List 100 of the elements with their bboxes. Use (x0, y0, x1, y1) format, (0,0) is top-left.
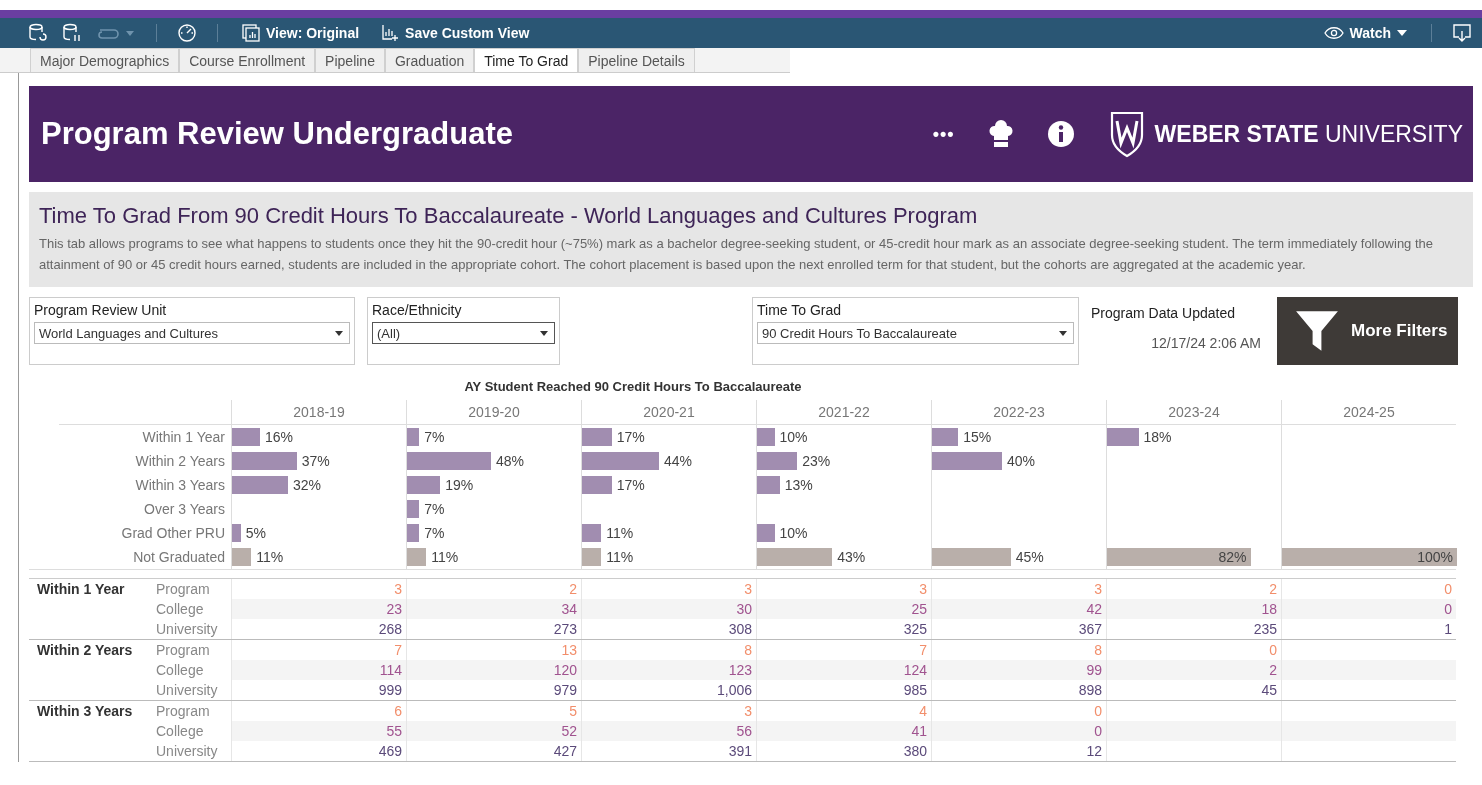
percent-value: 17% (616, 429, 645, 445)
caret-icon (1059, 330, 1067, 336)
table-cell: 985 (756, 680, 931, 700)
table-cell: 55 (231, 721, 406, 741)
shield-logo-icon (1108, 110, 1145, 158)
table-cell: 235 (1106, 619, 1281, 639)
table-cell: 23 (231, 599, 406, 619)
university-name: WEBER STATE UNIVERSITY (1154, 120, 1463, 148)
table-cell: 380 (756, 741, 931, 761)
chef-hat-icon[interactable] (988, 120, 1013, 148)
caret-icon (540, 330, 548, 336)
table-cell: 391 (581, 741, 756, 761)
table-cell: 427 (406, 741, 581, 761)
dashboard-tab[interactable]: Time To Grad (474, 48, 579, 72)
percent-value: 16% (265, 429, 294, 445)
table-cell: 45 (1106, 680, 1281, 700)
pause-updates-icon[interactable] (62, 23, 82, 43)
table-cell: 367 (931, 619, 1106, 639)
dashboard-tab[interactable]: Major Demographics (30, 48, 180, 72)
description-text: This tab allows programs to see what happens to students once they hit the 90-credit hour (~75%) mark as a bachelor degree-seeking student, or 45-credit hour mark as an associate degree-seeking student. The term immediately following the attainment of 90 or 45 credit hours earned, students are included in the appropriate cohort. The cohort placement is based upon the next enrolled term for that student, but the cohorts are aggregated at the academic year. (39, 235, 1435, 274)
row-label: College (156, 601, 205, 617)
table-cell: 469 (231, 741, 406, 761)
data-refresh-icon[interactable] (28, 23, 48, 43)
percent-value: 43% (837, 549, 866, 565)
group-label: Within 3 Years (36, 702, 134, 719)
filter-dropdown[interactable]: (All) (372, 322, 555, 344)
year-header: 2018-19 (231, 400, 406, 424)
percent-value: 7% (424, 525, 445, 541)
table-cell: 12 (931, 741, 1106, 761)
table-cell: 30 (581, 599, 756, 619)
table-cell: 273 (406, 619, 581, 639)
filter-label: Program Review Unit (34, 302, 168, 318)
row-label: Not Graduated (132, 548, 226, 567)
more-filters-button[interactable]: More Filters (1277, 297, 1458, 365)
dashboard-tab[interactable]: Pipeline Details (578, 48, 695, 72)
view-original-button[interactable]: View: Original (238, 22, 364, 44)
percent-value: 15% (963, 429, 992, 445)
group-label: Within 1 Year (36, 580, 126, 597)
percent-value: 48% (496, 453, 525, 469)
table-cell: 25 (756, 599, 931, 619)
more-options-button[interactable]: ••• (932, 123, 955, 145)
table-cell: 99 (931, 660, 1106, 680)
percent-value: 18% (1143, 429, 1172, 445)
group-label: Within 2 Years (36, 641, 134, 658)
filter-dropdown[interactable]: World Languages and Cultures (34, 322, 350, 344)
percent-value: 32% (293, 477, 322, 493)
save-custom-view-button[interactable]: Save Custom View (377, 22, 534, 44)
table-cell: 124 (756, 660, 931, 680)
percent-value: 11% (606, 525, 634, 541)
table-cell: 979 (406, 680, 581, 700)
chart-view-icon (242, 24, 260, 42)
dashboard-tab[interactable]: Course Enrollment (179, 48, 316, 72)
table-cell: 1,006 (581, 680, 756, 700)
percent-value: 40% (1007, 453, 1036, 469)
percent-value: 11% (606, 549, 634, 565)
table-cell: 999 (231, 680, 406, 700)
table-cell: 42 (931, 599, 1106, 619)
caret-icon (335, 330, 343, 336)
table-cell: 325 (756, 619, 931, 639)
percent-value: 17% (616, 477, 645, 493)
row-label: Over 3 Years (143, 500, 226, 519)
percent-value: 19% (445, 477, 474, 493)
info-icon[interactable] (1046, 120, 1075, 148)
year-header: 2022-23 (931, 400, 1106, 424)
table-cell: 41 (756, 721, 931, 741)
percent-value: 7% (424, 429, 445, 445)
row-label: University (156, 621, 219, 637)
table-cell: 123 (581, 660, 756, 680)
table-cell: 52 (406, 721, 581, 741)
table-cell: 18 (1106, 599, 1281, 619)
chart-title: AY Student Reached 90 Credit Hours To Baccalaureate (463, 379, 803, 394)
table-cell: 56 (581, 721, 756, 741)
percent-value: 44% (664, 453, 693, 469)
caret-icon (1397, 30, 1407, 36)
row-label: Within 2 Years (134, 452, 226, 471)
timer-icon[interactable] (177, 23, 197, 43)
row-label: Within 3 Years (134, 476, 226, 495)
year-header: 2021-22 (756, 400, 931, 424)
watch-button[interactable]: Watch (1319, 23, 1411, 43)
funnel-icon (1295, 309, 1339, 353)
row-label: College (156, 662, 205, 678)
percent-value: 13% (784, 477, 813, 493)
eye-icon (1323, 26, 1344, 40)
table-cell: 0 (1281, 599, 1456, 619)
dashboard-tab[interactable]: Pipeline (315, 48, 385, 72)
table-cell: 120 (406, 660, 581, 680)
row-label: Grad Other PRU (120, 524, 226, 543)
percent-bar: 82% (1107, 548, 1251, 566)
download-icon[interactable] (1452, 23, 1472, 43)
percent-value: 45% (1015, 549, 1044, 565)
percent-value: 5% (245, 525, 266, 541)
dashboard-tab[interactable]: Graduation (384, 48, 475, 72)
table-cell: 34 (406, 599, 581, 619)
year-header: 2023-24 (1106, 400, 1281, 424)
updated-date: 12/17/24 2:06 AM (1151, 335, 1261, 351)
percent-value: 11% (256, 549, 284, 565)
table-cell: 308 (581, 619, 756, 639)
row-label: Program (156, 642, 211, 658)
filter-dropdown[interactable]: 90 Credit Hours To Baccalaureate (757, 322, 1074, 344)
table-cell: 1 (1281, 619, 1456, 639)
